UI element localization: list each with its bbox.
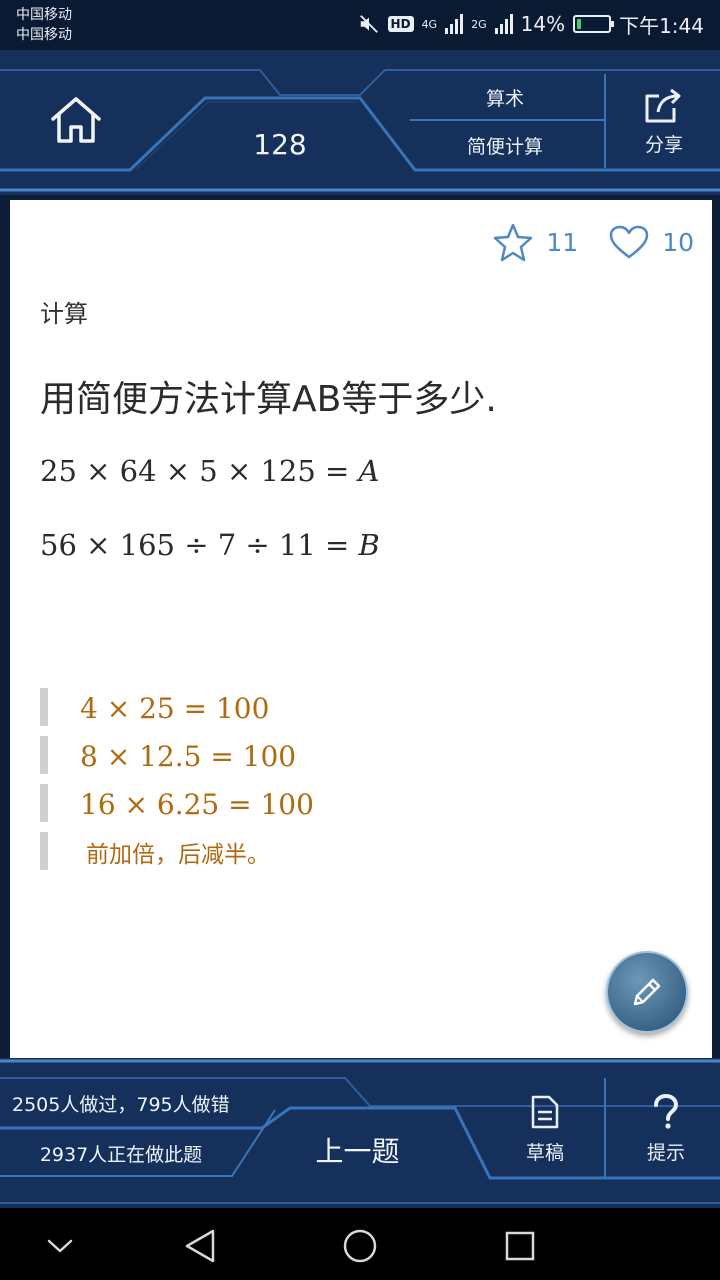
formula-b: 56 × 165 ÷ 7 ÷ 11 = B	[40, 528, 380, 562]
clock: 下午1:44	[619, 13, 704, 38]
carrier-2: 中国移动	[16, 27, 72, 43]
hide-keyboard-button[interactable]	[40, 1226, 80, 1266]
topic-tab[interactable]: 简便计算	[420, 132, 590, 159]
draft-button[interactable]: 草稿	[490, 1094, 600, 1165]
draft-label: 草稿	[525, 1142, 564, 1164]
pencil-icon	[633, 978, 661, 1006]
formula-a-variable: A	[358, 454, 380, 488]
signal-icon	[445, 14, 464, 34]
formula-a: 25 × 64 × 5 × 125 = A	[40, 454, 380, 488]
favorite-count: 11	[546, 227, 579, 257]
hint-label: 提示	[646, 1142, 685, 1164]
hint-text: 8 × 12.5 = 100	[80, 739, 297, 773]
question-number: 128	[253, 128, 307, 161]
share-label: 分享	[644, 134, 683, 156]
hint-item: 4 × 25 = 100	[40, 684, 314, 732]
hint-list: 4 × 25 = 100 8 × 12.5 = 100 16 × 6.25 = …	[40, 684, 314, 876]
hint-text: 前加倍，后减半。	[86, 842, 270, 868]
question-card: 11 10 计算 用简便方法计算AB等于多少. 25 × 64 × 5 × 12…	[10, 200, 712, 1058]
quote-bar	[40, 688, 48, 726]
system-nav-bar	[0, 1208, 720, 1280]
hint-item: 8 × 12.5 = 100	[40, 732, 314, 780]
home-circle-icon	[343, 1229, 377, 1263]
battery-fill	[577, 19, 582, 29]
mute-icon	[359, 15, 378, 33]
formula-b-variable: B	[358, 528, 380, 562]
hint-item: 前加倍，后减半。	[40, 828, 314, 876]
doing-stats: 2937人正在做此题	[39, 1144, 203, 1166]
home-button[interactable]	[38, 90, 114, 150]
question-category: 计算	[40, 300, 88, 328]
share-icon	[645, 88, 681, 123]
like-button[interactable]: 10	[608, 224, 694, 260]
document-icon	[531, 1095, 559, 1129]
recents-button[interactable]	[500, 1226, 540, 1266]
quote-bar	[40, 736, 48, 774]
status-icons: HD 4G 2G 14% 下午1:44	[358, 8, 704, 40]
bottom-bar: 2505人做过，795人做错 2937人正在做此题 上一题 草稿 提示	[0, 1058, 720, 1208]
back-button[interactable]	[180, 1226, 220, 1266]
battery-icon	[573, 15, 615, 33]
hd-badge: HD	[387, 16, 414, 32]
chevron-down-icon	[47, 1239, 73, 1253]
share-button[interactable]: 分享	[610, 88, 718, 164]
stats-row: 11 10	[492, 222, 694, 262]
header: 128 算术 简便计算 分享	[0, 50, 720, 195]
signal-icon-2	[494, 14, 513, 34]
favorite-button[interactable]: 11	[492, 222, 578, 262]
formula-a-expression: 25 × 64 × 5 × 125 =	[40, 454, 359, 488]
like-count: 10	[662, 227, 694, 257]
net-4g-label: 4G	[421, 17, 438, 31]
carrier-1: 中国移动	[16, 7, 72, 23]
recents-icon	[505, 1231, 535, 1261]
hint-text: 16 × 6.25 = 100	[80, 787, 314, 821]
done-stats: 2505人做过，795人做错	[12, 1094, 230, 1116]
quote-bar	[40, 784, 48, 822]
battery-percent: 14%	[520, 12, 566, 36]
hint-text: 4 × 25 = 100	[80, 691, 270, 725]
star-icon	[494, 223, 533, 262]
heart-icon	[609, 225, 649, 259]
edit-button[interactable]	[606, 951, 688, 1033]
quote-bar	[40, 832, 48, 870]
question-icon	[654, 1093, 679, 1129]
hint-button[interactable]: 提示	[612, 1093, 720, 1165]
question-text: 用简便方法计算AB等于多少.	[40, 379, 497, 420]
hint-item: 16 × 6.25 = 100	[40, 780, 314, 828]
back-icon	[185, 1229, 215, 1263]
subject-tab[interactable]: 算术	[420, 84, 590, 111]
system-home-button[interactable]	[340, 1226, 380, 1266]
previous-question-button[interactable]: 上一题	[270, 1130, 445, 1170]
home-icon	[51, 97, 101, 143]
net-2g-label: 2G	[471, 17, 487, 31]
formula-b-expression: 56 × 165 ÷ 7 ÷ 11 =	[40, 528, 359, 562]
carrier-names: 中国移动 中国移动	[16, 5, 72, 45]
status-bar: 中国移动 中国移动 HD 4G 2G 14% 下午1:44	[0, 0, 720, 50]
